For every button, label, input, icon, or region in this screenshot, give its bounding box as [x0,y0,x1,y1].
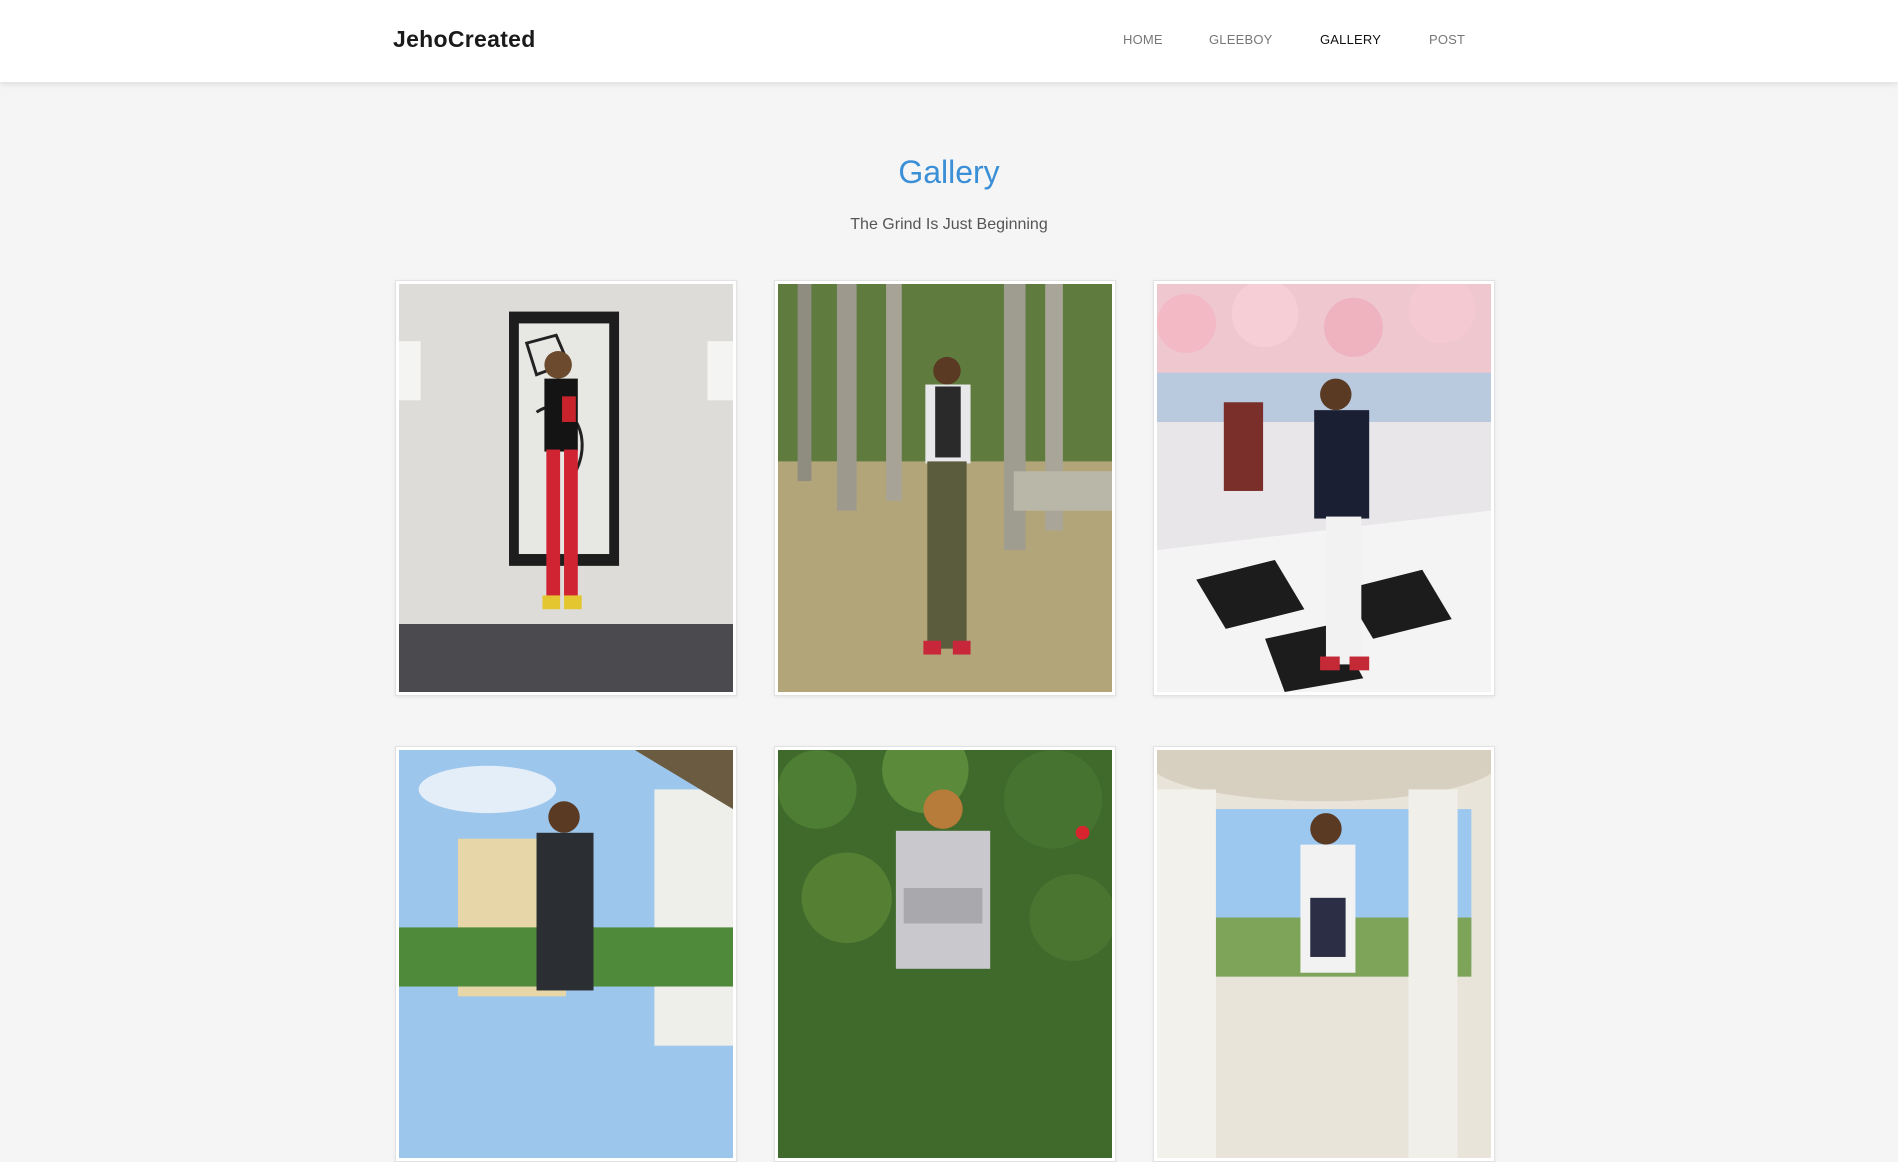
gallery-card[interactable] [774,746,1116,1162]
photo-palm-trees-portrait [778,284,1112,692]
nav-gleeboy-link[interactable]: GLEEBOY [1209,32,1273,47]
photo-flower-ceiling-portrait [1157,284,1491,692]
photo-white-columns-pavilion [1157,750,1491,1158]
gallery-photo[interactable] [1157,284,1491,692]
brand-logo[interactable]: JehoCreated [393,26,536,53]
gallery-card[interactable] [774,280,1116,696]
nav-gallery-link[interactable]: GALLERY [1320,32,1381,47]
top-navbar: JehoCreated HOME GLEEBOY GALLERY POST [0,0,1898,82]
gallery-card[interactable] [1153,280,1495,696]
gallery-photo[interactable] [399,750,733,1158]
gallery-photo[interactable] [1157,750,1491,1158]
nav-post-link[interactable]: POST [1429,32,1465,47]
photo-art-wall-portrait [399,284,733,692]
gallery-photo[interactable] [778,284,1112,692]
nav-home-link[interactable]: HOME [1123,32,1163,47]
gallery-title: Gallery [898,154,1000,190]
gallery-subtitle: The Grind Is Just Beginning [850,216,1048,233]
gallery-photo[interactable] [778,750,1112,1158]
gallery-card[interactable] [395,280,737,696]
gallery-card[interactable] [395,746,737,1162]
photo-green-leaves-hoodie [778,750,1112,1158]
gallery-photo[interactable] [399,284,733,692]
photo-building-leather-jacket [399,750,733,1158]
gallery-card[interactable] [1153,746,1495,1162]
